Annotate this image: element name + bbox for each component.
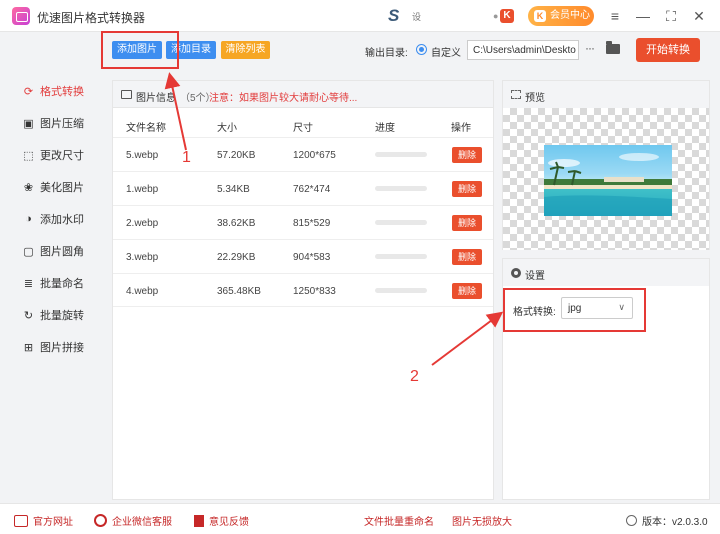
annotation-number-1: 1 (182, 149, 191, 166)
annotation-arrow-1 (164, 72, 187, 151)
version-info: 版本：v2.0.3.0 (626, 513, 708, 528)
official-site-label: 官方网址 (33, 517, 73, 528)
wechat-service-label: 企业微信客服 (112, 517, 172, 528)
footer: 官方网址 企业微信客服 意见反馈 文件批量重命名 图片无损放大 版本：v2.0.… (0, 503, 720, 534)
feedback-icon (194, 514, 204, 527)
website-icon (14, 514, 28, 527)
feedback-link[interactable]: 意见反馈 (194, 513, 249, 528)
official-site-link[interactable]: 官方网址 (14, 513, 73, 528)
wechat-service-link[interactable]: 企业微信客服 (94, 513, 172, 528)
service-icon (94, 514, 107, 527)
annotation-number-2: 2 (410, 368, 419, 385)
feedback-label: 意见反馈 (209, 517, 249, 528)
annotation-arrows (164, 72, 504, 366)
version-label: 版本：v2.0.3.0 (642, 517, 708, 528)
refresh-icon (626, 515, 637, 526)
lossless-upscale-link[interactable]: 图片无损放大 (452, 513, 512, 528)
annotation-arrow-2 (431, 311, 504, 366)
batch-rename-link[interactable]: 文件批量重命名 (364, 513, 434, 528)
